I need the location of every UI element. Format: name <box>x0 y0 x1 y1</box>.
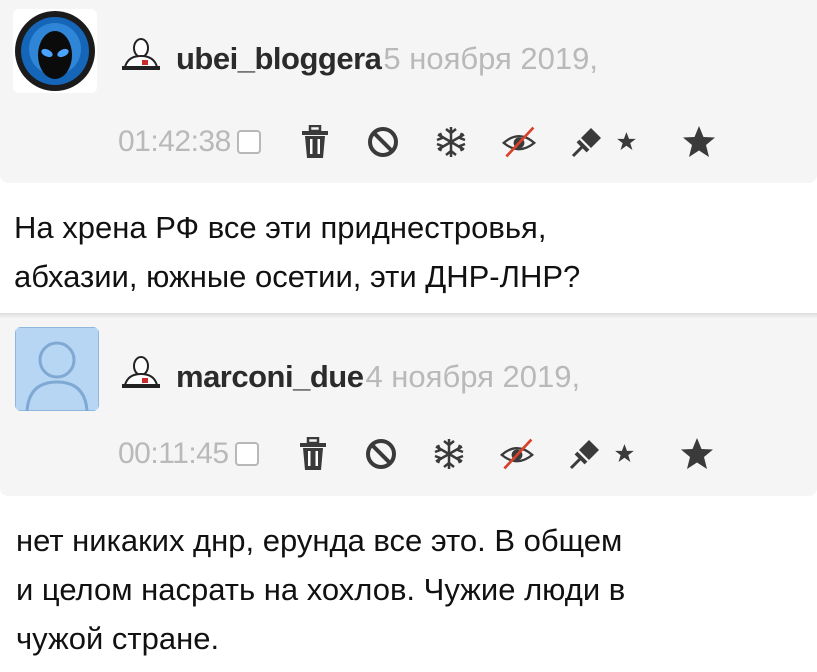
star-outline-icon[interactable] <box>611 436 647 472</box>
comment-text: На хрена РФ все эти приднестровья, абхаз… <box>14 203 814 301</box>
ban-icon[interactable] <box>365 124 401 160</box>
username-link[interactable]: ubei_bloggera <box>176 41 382 77</box>
hide-eye-icon[interactable] <box>499 436 535 472</box>
user-icon <box>120 355 162 391</box>
avatar[interactable] <box>13 9 97 93</box>
comment-toolbar: 01:42:38 <box>118 124 717 160</box>
snowflake-icon[interactable] <box>433 124 469 160</box>
comment-text-line: нет никаких днр, ерунда все это. В общем <box>16 523 623 558</box>
comment-text-line: чужой стране. <box>16 621 220 656</box>
comment-text-line: абхазии, южные осетии, эти ДНР-ЛНР? <box>14 259 581 294</box>
comment: ubei_bloggera 5 ноября 2019, 01:42:38 На… <box>0 0 817 320</box>
comment-date: 4 ноября 2019, <box>365 359 581 394</box>
user-line: marconi_due 4 ноября 2019, <box>120 351 580 395</box>
username-link[interactable]: marconi_due <box>176 359 364 395</box>
comment-time: 00:11:45 <box>118 437 229 470</box>
select-checkbox[interactable] <box>234 442 259 466</box>
pin-icon[interactable] <box>569 124 605 160</box>
star-icon[interactable] <box>681 124 717 160</box>
comment: marconi_due 4 ноября 2019, 00:11:45 нет … <box>0 318 817 672</box>
hide-eye-icon[interactable] <box>501 124 537 160</box>
select-checkbox[interactable] <box>236 130 261 154</box>
comment-text: нет никаких днр, ерунда все это. В общем… <box>16 516 816 663</box>
comment-text-line: и целом насрать на хохлов. Чужие люди в <box>16 572 626 607</box>
trash-icon[interactable] <box>297 124 333 160</box>
snowflake-icon[interactable] <box>431 436 467 472</box>
avatar[interactable] <box>15 327 99 411</box>
comment-toolbar: 00:11:45 <box>118 436 715 472</box>
user-line: ubei_bloggera 5 ноября 2019, <box>120 33 598 77</box>
comment-text-line: На хрена РФ все эти приднестровья, <box>14 210 547 245</box>
star-outline-icon[interactable] <box>613 124 649 160</box>
user-icon <box>120 37 162 73</box>
ban-icon[interactable] <box>363 436 399 472</box>
pin-icon[interactable] <box>567 436 603 472</box>
comment-time: 01:42:38 <box>118 125 231 158</box>
trash-icon[interactable] <box>295 436 331 472</box>
star-icon[interactable] <box>679 436 715 472</box>
comment-date: 5 ноября 2019, <box>383 41 598 76</box>
